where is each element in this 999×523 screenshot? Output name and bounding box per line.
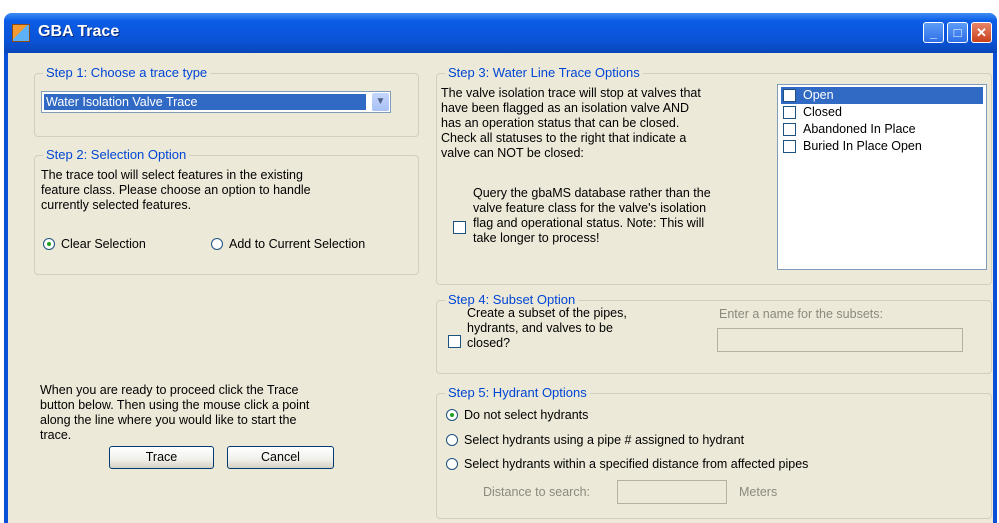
list-item-buried[interactable]: Buried In Place Open	[781, 138, 983, 155]
valve-status-list[interactable]: Open Closed Abandoned In Place Buried In…	[777, 84, 987, 270]
distance-input[interactable]	[617, 480, 727, 504]
window-title: GBA Trace	[38, 23, 120, 40]
step2-description-line: feature class. Please choose an option t…	[41, 183, 311, 197]
list-item-label: Closed	[803, 105, 842, 119]
dialog-body: Step 1: Choose a trace type Water Isolat…	[8, 53, 993, 523]
hydrants-by-pipe-radio[interactable]	[446, 434, 458, 446]
title-bar[interactable]: GBA Trace _ □ ✕	[4, 13, 997, 53]
create-subset-line: hydrants, and valves to be	[467, 321, 613, 335]
open-checkbox[interactable]	[783, 89, 796, 102]
step2-group: Step 2: Selection Option The trace tool …	[34, 147, 419, 275]
list-item-label: Open	[803, 88, 834, 102]
closed-checkbox[interactable]	[783, 106, 796, 119]
hydrants-by-distance-radio[interactable]	[446, 458, 458, 470]
list-item-label: Abandoned In Place	[803, 122, 916, 136]
subset-name-label: Enter a name for the subsets:	[719, 307, 883, 321]
step3-description-line: has an operation status that can be clos…	[441, 116, 680, 130]
instructions-line: When you are ready to proceed click the …	[40, 383, 299, 397]
step4-legend: Step 4: Subset Option	[445, 292, 579, 307]
step3-group: Step 3: Water Line Trace Options The val…	[436, 65, 992, 285]
step1-legend: Step 1: Choose a trace type	[43, 65, 211, 80]
query-database-line: take longer to process!	[473, 231, 600, 245]
no-hydrants-label: Do not select hydrants	[464, 408, 589, 422]
clear-selection-radio[interactable]	[43, 238, 55, 250]
app-icon	[12, 24, 30, 42]
create-subset-line: Create a subset of the pipes,	[467, 306, 627, 320]
add-to-selection-label: Add to Current Selection	[229, 237, 366, 251]
chevron-down-icon[interactable]: ▼	[372, 93, 389, 111]
step3-legend: Step 3: Water Line Trace Options	[445, 65, 643, 80]
maximize-button[interactable]: □	[947, 22, 968, 43]
abandoned-checkbox[interactable]	[783, 123, 796, 136]
instructions-line: button below. Then using the mouse click…	[40, 398, 310, 412]
hydrants-by-pipe-label: Select hydrants using a pipe # assigned …	[464, 433, 745, 447]
subset-name-input[interactable]	[717, 328, 963, 352]
list-item-label: Buried In Place Open	[803, 139, 922, 153]
gba-trace-window: GBA Trace _ □ ✕ Step 1: Choose a trace t…	[4, 13, 997, 523]
hydrants-by-distance-label: Select hydrants within a specified dista…	[464, 457, 809, 471]
minimize-button[interactable]: _	[923, 22, 944, 43]
step3-description-line: The valve isolation trace will stop at v…	[441, 86, 701, 100]
step5-legend: Step 5: Hydrant Options	[445, 385, 590, 400]
instructions-line: along the line where you would like to s…	[40, 413, 297, 427]
query-database-line: Query the gbaMS database rather than the	[473, 186, 711, 200]
close-button[interactable]: ✕	[971, 22, 992, 43]
step4-group: Step 4: Subset Option Create a subset of…	[436, 292, 992, 374]
trace-type-selected: Water Isolation Valve Trace	[44, 94, 366, 110]
create-subset-checkbox[interactable]	[448, 335, 461, 348]
query-database-line: valve feature class for the valve's isol…	[473, 201, 707, 215]
clear-selection-label: Clear Selection	[61, 237, 146, 251]
list-item-closed[interactable]: Closed	[781, 104, 983, 121]
step3-description-line: Check all statuses to the right that ind…	[441, 131, 687, 145]
step2-description-line: currently selected features.	[41, 198, 192, 212]
distance-label: Distance to search:	[483, 485, 590, 499]
list-item-abandoned[interactable]: Abandoned In Place	[781, 121, 983, 138]
add-to-selection-radio[interactable]	[211, 238, 223, 250]
step5-group: Step 5: Hydrant Options Do not select hy…	[436, 385, 992, 519]
list-item-open[interactable]: Open	[781, 87, 983, 104]
buried-checkbox[interactable]	[783, 140, 796, 153]
step2-legend: Step 2: Selection Option	[43, 147, 190, 162]
trace-button[interactable]: Trace	[109, 446, 214, 469]
cancel-button[interactable]: Cancel	[227, 446, 334, 469]
instructions-line: trace.	[40, 428, 72, 442]
step3-description-line: have been flagged as an isolation valve …	[441, 101, 690, 115]
create-subset-line: closed?	[467, 336, 511, 350]
no-hydrants-radio[interactable]	[446, 409, 458, 421]
step1-group: Step 1: Choose a trace type Water Isolat…	[34, 65, 419, 137]
step3-description-line: valve can NOT be closed:	[441, 146, 584, 160]
distance-unit: Meters	[739, 485, 778, 499]
step2-description-line: The trace tool will select features in t…	[41, 168, 303, 182]
query-database-line: flag and operational status. Note: This …	[473, 216, 705, 230]
query-database-checkbox[interactable]	[453, 221, 466, 234]
trace-type-dropdown[interactable]: Water Isolation Valve Trace ▼	[41, 91, 391, 113]
